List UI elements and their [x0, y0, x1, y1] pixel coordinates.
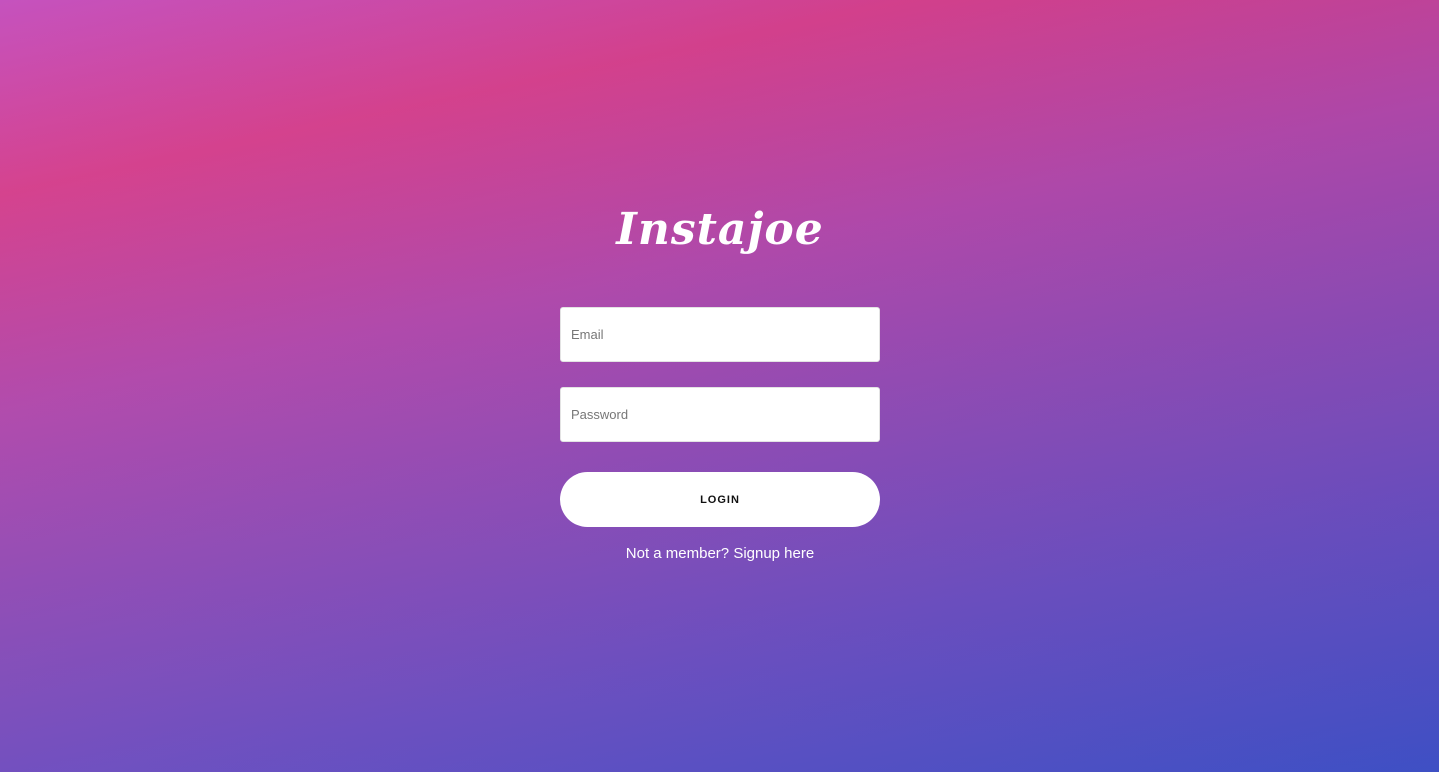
signup-prompt-text: Not a member?	[625, 545, 730, 562]
login-panel: Instajoe LOGIN Not a member? Signup here	[560, 195, 880, 562]
login-button[interactable]: LOGIN	[560, 472, 880, 527]
password-field[interactable]	[560, 387, 880, 442]
app-logo: Instajoe	[616, 204, 824, 255]
signup-prompt: Not a member? Signup here	[626, 545, 814, 562]
email-field[interactable]	[560, 307, 880, 362]
signup-link[interactable]: Signup here	[733, 545, 814, 562]
